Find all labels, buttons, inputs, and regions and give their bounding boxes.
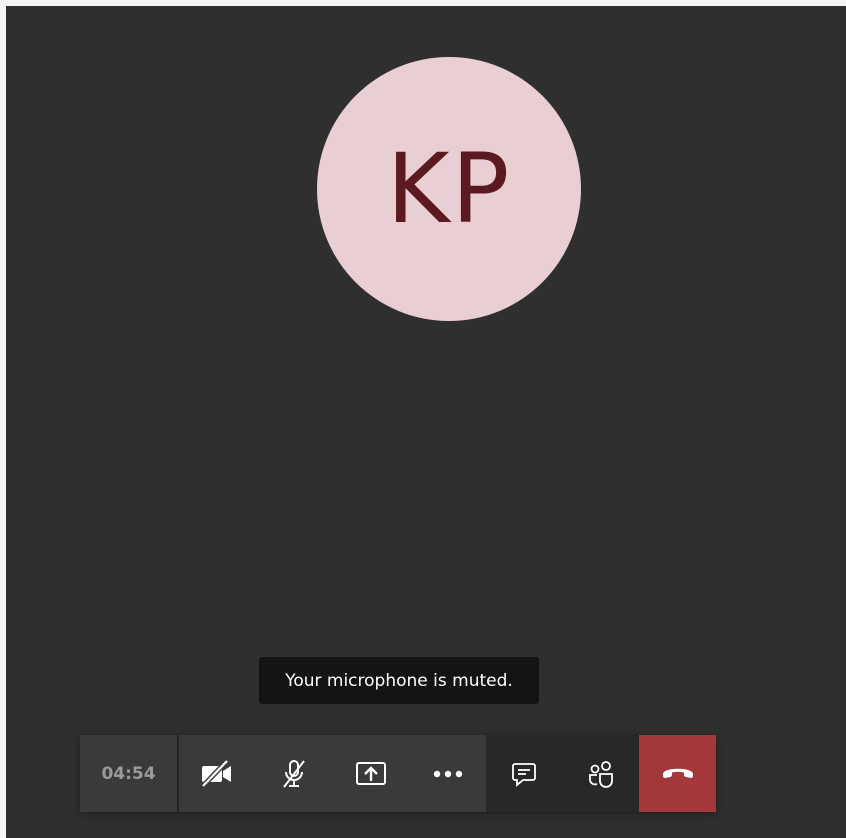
mic-muted-tooltip: Your microphone is muted. xyxy=(259,657,539,704)
camera-off-icon xyxy=(200,758,234,789)
microphone-toggle-button[interactable] xyxy=(256,735,333,812)
hang-up-button[interactable] xyxy=(639,735,716,812)
mic-off-icon xyxy=(279,758,309,790)
avatar-initials: KP xyxy=(386,133,512,245)
participants-icon xyxy=(586,759,616,789)
participants-button[interactable] xyxy=(563,735,640,812)
chat-button[interactable] xyxy=(486,735,563,812)
share-screen-icon xyxy=(355,759,387,789)
tooltip-text: Your microphone is muted. xyxy=(285,670,513,691)
share-screen-button[interactable] xyxy=(333,735,410,812)
call-timer: 04:54 xyxy=(80,735,179,812)
call-stage: KP Your microphone is muted. 04:54 xyxy=(6,6,846,838)
chat-icon xyxy=(510,760,538,788)
more-options-button[interactable] xyxy=(409,735,486,812)
participant-avatar: KP xyxy=(317,57,581,321)
call-controls-group xyxy=(179,735,486,812)
camera-toggle-button[interactable] xyxy=(179,735,256,812)
hang-up-icon xyxy=(661,764,695,784)
more-options-icon xyxy=(432,769,464,779)
call-timer-text: 04:54 xyxy=(101,763,156,784)
call-controls-bar: 04:54 xyxy=(80,735,716,812)
side-controls-group xyxy=(486,735,639,812)
